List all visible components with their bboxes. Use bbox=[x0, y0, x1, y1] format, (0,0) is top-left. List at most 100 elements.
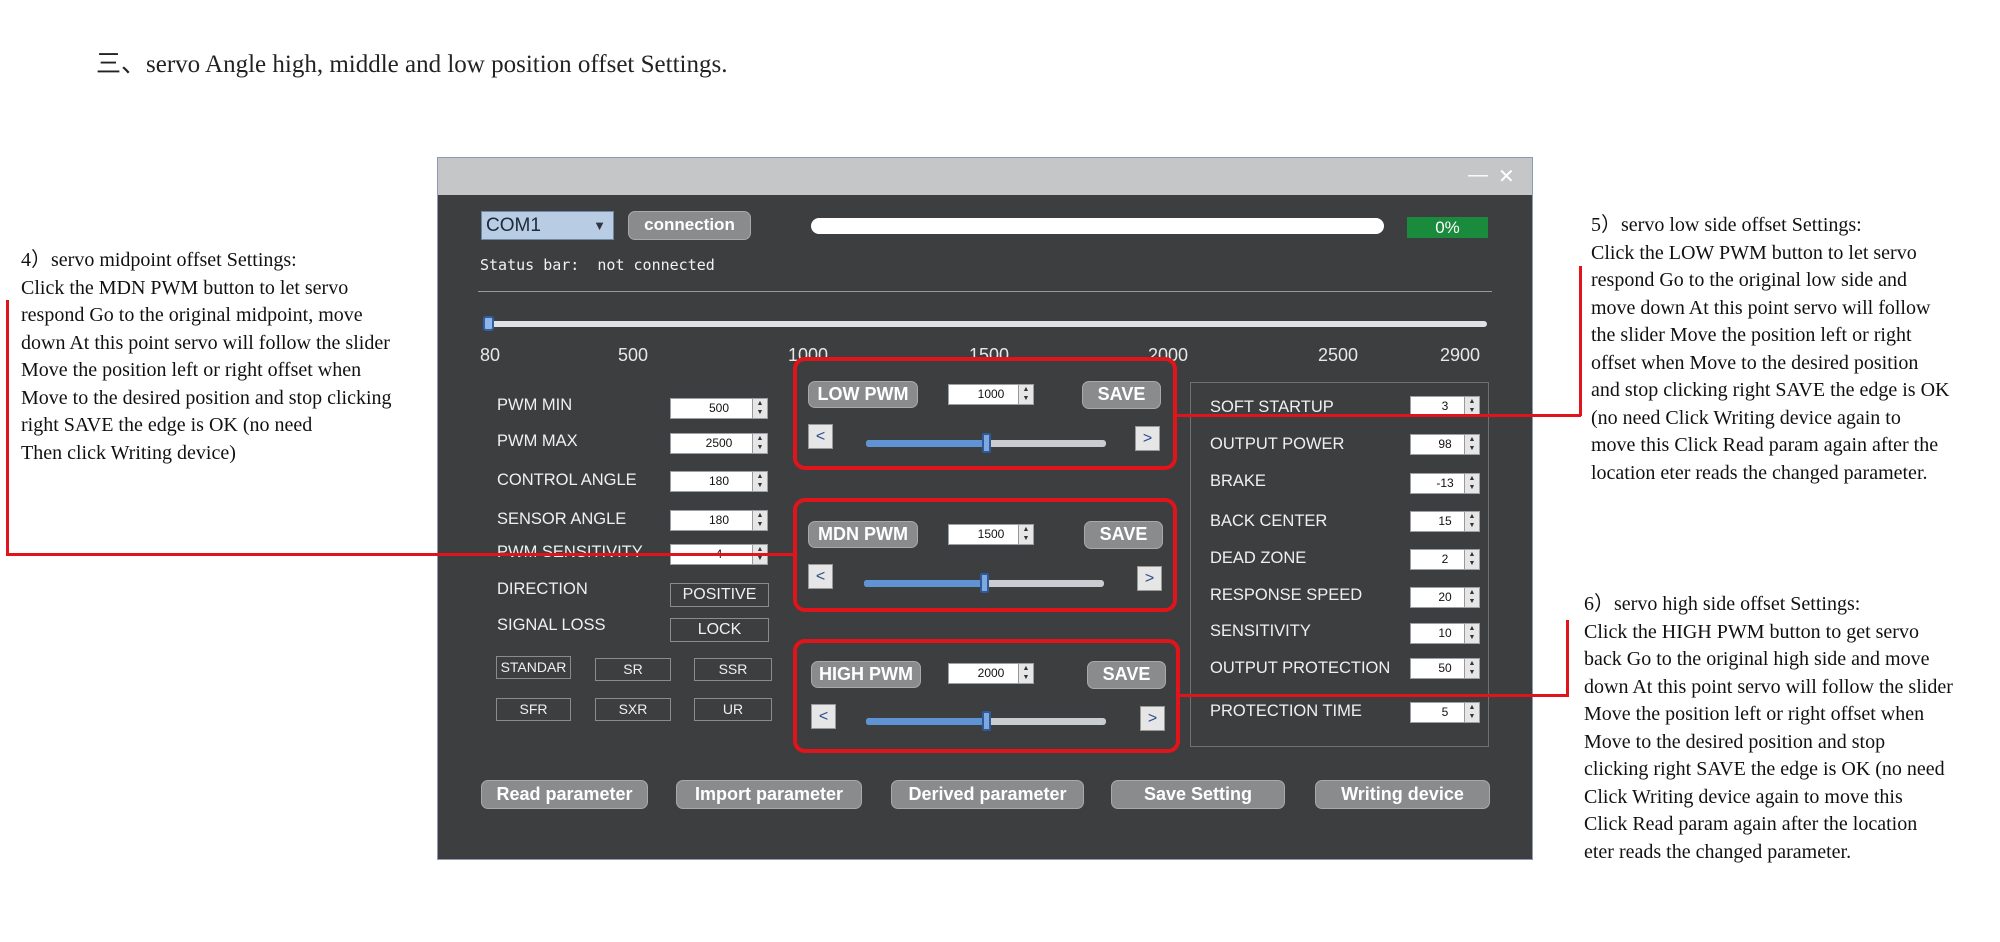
spin-arrows-icon[interactable]: ▲ ▼ bbox=[1464, 474, 1479, 493]
spin-arrows-icon[interactable]: ▲ ▼ bbox=[1464, 435, 1479, 454]
slider-fill bbox=[866, 718, 986, 725]
spin-arrows-icon[interactable]: ▲ ▼ bbox=[1464, 588, 1479, 607]
spin-arrows-icon[interactable]: ▲ ▼ bbox=[1464, 624, 1479, 643]
direction-toggle[interactable]: POSITIVE bbox=[670, 583, 769, 607]
close-button[interactable]: ✕ bbox=[1498, 164, 1515, 189]
slider-thumb[interactable] bbox=[982, 711, 991, 731]
spin-value: 3 bbox=[1441, 399, 1449, 413]
spin-value: 180 bbox=[708, 513, 730, 527]
response-speed-input[interactable]: 20 ▲ ▼ bbox=[1410, 587, 1480, 608]
note-line: location eter reads the changed paramete… bbox=[1591, 461, 1928, 484]
slider-thumb[interactable] bbox=[982, 433, 991, 453]
output-protection-input[interactable]: 50 ▲ ▼ bbox=[1410, 658, 1480, 679]
signal-loss-label: SIGNAL LOSS bbox=[497, 616, 606, 634]
mode-sr-button[interactable]: SR bbox=[595, 658, 671, 681]
progress-bar bbox=[811, 218, 1384, 234]
sensitivity-input[interactable]: 10 ▲ ▼ bbox=[1410, 623, 1480, 644]
high-pwm-button[interactable]: HIGH PWM bbox=[811, 661, 921, 688]
note-line: respond Go to the original midpoint, mov… bbox=[21, 304, 363, 326]
brake-input[interactable]: -13 ▲ ▼ bbox=[1410, 473, 1480, 494]
low-pwm-decrease-button[interactable]: < bbox=[808, 424, 833, 449]
spin-arrows-icon[interactable]: ▲ ▼ bbox=[1464, 512, 1479, 531]
high-pwm-save-button[interactable]: SAVE bbox=[1087, 661, 1166, 689]
control-angle-input[interactable]: 180 ▲ ▼ bbox=[670, 471, 768, 492]
title-bar bbox=[438, 158, 1532, 195]
writing-device-button[interactable]: Writing device bbox=[1315, 780, 1490, 809]
note-line: Move to the desired position and stop bbox=[1584, 730, 1886, 753]
read-parameter-button[interactable]: Read parameter bbox=[481, 780, 648, 809]
low-pwm-increase-button[interactable]: > bbox=[1135, 426, 1160, 451]
spin-arrows-icon[interactable]: ▲ ▼ bbox=[1018, 385, 1033, 404]
spin-value: 20 bbox=[1438, 590, 1452, 604]
spin-value: -13 bbox=[1436, 476, 1454, 490]
note-line: Click Read param again after the locatio… bbox=[1584, 813, 1918, 835]
spin-arrows-icon[interactable]: ▲ ▼ bbox=[752, 434, 767, 453]
signal-loss-toggle[interactable]: LOCK bbox=[670, 618, 769, 642]
spin-arrows-icon[interactable]: ▲ ▼ bbox=[1018, 664, 1033, 683]
high-pwm-panel bbox=[793, 639, 1180, 753]
main-slider-thumb[interactable] bbox=[483, 316, 494, 331]
high-pwm-decrease-button[interactable]: < bbox=[811, 704, 836, 729]
low-pwm-button[interactable]: LOW PWM bbox=[808, 381, 918, 408]
note-line: clicking right SAVE the edge is OK (no n… bbox=[1584, 758, 1945, 780]
low-pwm-save-button[interactable]: SAVE bbox=[1082, 381, 1161, 409]
mdn-pwm-decrease-button[interactable]: < bbox=[808, 564, 833, 589]
spin-arrows-icon[interactable]: ▲ ▼ bbox=[1464, 659, 1479, 678]
back-center-input[interactable]: 15 ▲ ▼ bbox=[1410, 511, 1480, 532]
mode-standar-button[interactable]: STANDAR bbox=[496, 656, 571, 679]
mdn-pwm-slider[interactable] bbox=[864, 573, 1104, 593]
note-line: and stop clicking right SAVE the edge is… bbox=[1591, 379, 1950, 401]
note-midpoint: 4）servo midpoint offset Settings: Click … bbox=[21, 247, 392, 467]
spin-value: 2 bbox=[1441, 552, 1449, 566]
mdn-pwm-increase-button[interactable]: > bbox=[1137, 566, 1162, 591]
spin-arrows-icon[interactable]: ▲ ▼ bbox=[1464, 550, 1479, 569]
pwm-max-input[interactable]: 2500 ▲ ▼ bbox=[670, 433, 768, 454]
sensor-angle-input[interactable]: 180 ▲ ▼ bbox=[670, 510, 768, 531]
import-parameter-button[interactable]: Import parameter bbox=[676, 780, 862, 809]
minimize-button[interactable]: — bbox=[1468, 164, 1488, 187]
output-power-input[interactable]: 98 ▲ ▼ bbox=[1410, 434, 1480, 455]
mode-sxr-button[interactable]: SXR bbox=[595, 698, 671, 721]
param-label: PROTECTION TIME bbox=[1210, 702, 1362, 720]
derived-parameter-button[interactable]: Derived parameter bbox=[891, 780, 1084, 809]
high-pwm-slider[interactable] bbox=[866, 711, 1106, 731]
spin-arrows-icon[interactable]: ▲ ▼ bbox=[1464, 703, 1479, 722]
spin-value: 5 bbox=[1441, 705, 1449, 719]
high-pwm-input[interactable]: 2000 ▲ ▼ bbox=[948, 663, 1034, 684]
mdn-pwm-input[interactable]: 1500 ▲ ▼ bbox=[948, 524, 1034, 545]
com-port-value: COM1 bbox=[486, 215, 541, 236]
annotation-line bbox=[1176, 414, 1581, 417]
param-label: BRAKE bbox=[1210, 472, 1266, 490]
high-pwm-increase-button[interactable]: > bbox=[1140, 706, 1165, 731]
main-slider-track[interactable] bbox=[487, 321, 1487, 327]
mdn-pwm-button[interactable]: MDN PWM bbox=[808, 521, 918, 548]
save-setting-button[interactable]: Save Setting bbox=[1111, 780, 1285, 809]
pwm-min-input[interactable]: 500 ▲ ▼ bbox=[670, 398, 768, 419]
connection-button[interactable]: connection bbox=[628, 211, 751, 240]
note-line: respond Go to the original low side and bbox=[1591, 269, 1908, 291]
slider-tick: 2900 bbox=[1440, 345, 1481, 365]
spin-arrows-icon[interactable]: ▲ ▼ bbox=[752, 472, 767, 491]
note-line: Click Writing device again to move this bbox=[1584, 785, 1903, 808]
spin-value: 180 bbox=[708, 474, 730, 488]
low-pwm-slider[interactable] bbox=[866, 433, 1106, 453]
slider-thumb[interactable] bbox=[980, 573, 989, 593]
note-line: offset when Move to the desired position bbox=[1591, 351, 1919, 374]
slider-fill bbox=[866, 440, 986, 447]
note-line: Move to the desired position and stop cl… bbox=[21, 386, 392, 409]
spin-arrows-icon[interactable]: ▲ ▼ bbox=[1018, 525, 1033, 544]
mdn-pwm-save-button[interactable]: SAVE bbox=[1084, 521, 1163, 549]
mode-sfr-button[interactable]: SFR bbox=[496, 698, 571, 721]
mode-ur-button[interactable]: UR bbox=[694, 698, 772, 721]
mode-ssr-button[interactable]: SSR bbox=[694, 658, 772, 681]
spin-arrows-icon[interactable]: ▲ ▼ bbox=[752, 399, 767, 418]
param-label: OUTPUT PROTECTION bbox=[1210, 659, 1391, 677]
spin-arrows-icon[interactable]: ▲ ▼ bbox=[752, 511, 767, 530]
com-port-select[interactable]: COM1 ▼ bbox=[481, 211, 614, 240]
note-line: Click the LOW PWM button to let servo bbox=[1591, 241, 1917, 264]
dead-zone-input[interactable]: 2 ▲ ▼ bbox=[1410, 549, 1480, 570]
spin-value: 15 bbox=[1438, 514, 1452, 528]
protection-time-input[interactable]: 5 ▲ ▼ bbox=[1410, 702, 1480, 723]
low-pwm-input[interactable]: 1000 ▲ ▼ bbox=[948, 384, 1034, 405]
note-line: down At this point servo will follow the… bbox=[1584, 675, 1953, 698]
